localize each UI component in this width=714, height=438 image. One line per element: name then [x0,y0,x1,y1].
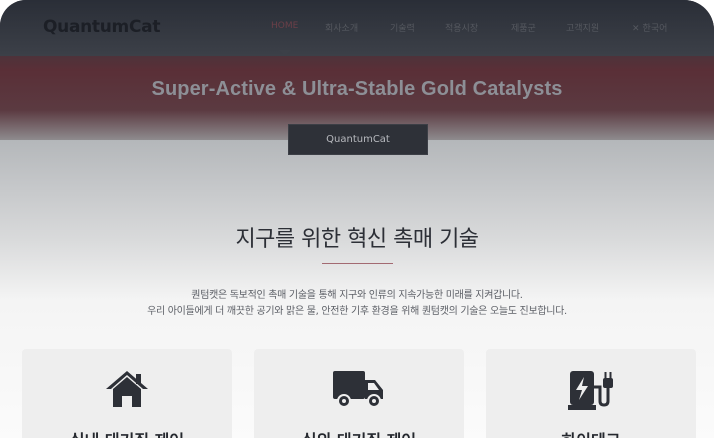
globe-icon: ✕ [632,24,640,34]
card-hightech[interactable]: 하이테크 [486,349,696,438]
house-icon [22,367,232,413]
nav-item-company[interactable]: 회사소개 [325,21,358,34]
nav-item-support[interactable]: 고객지원 [566,21,599,34]
nav-item-language[interactable]: ✕ 한국어 [632,21,667,34]
card-outdoor-air[interactable]: 실외 대기질 제어 [254,349,464,438]
hero-title: Super-Active & Ultra-Stable Gold Catalys… [151,78,563,100]
card-label: 하이테크 [486,427,696,438]
language-label: 한국어 [642,24,668,34]
active-indicator-caret [279,50,291,56]
page-frame: QuantumCat HOME 회사소개 기술력 적용시장 제품군 고객지원 ✕… [0,0,714,438]
nav-item-products[interactable]: 제품군 [511,21,536,34]
section-title: 지구를 위한 혁신 촉매 기술 [235,227,479,252]
nav-item-home[interactable]: HOME [271,21,298,31]
card-label: 실외 대기질 제어 [254,427,464,438]
intro-paragraph: 퀀텀캣은 독보적인 촉매 기술을 통해 지구와 인류의 지속가능한 미래를 지켜… [0,288,714,320]
card-indoor-air[interactable]: 실내 대기질 제어 [22,349,232,438]
intro-line: 우리 아이들에게 더 깨끗한 공기와 맑은 물, 안전한 기후 환경을 위해 퀀… [147,306,567,317]
top-navigation-bar: QuantumCat HOME 회사소개 기술력 적용시장 제품군 고객지원 ✕… [0,0,714,56]
truck-icon [254,367,464,413]
title-divider [322,263,393,264]
nav-item-markets[interactable]: 적용시장 [445,21,478,34]
nav-item-technology[interactable]: 기술력 [390,21,415,34]
hero-cta-button[interactable]: QuantumCat [288,124,428,155]
intro-line: 퀀텀캣은 독보적인 촉매 기술을 통해 지구와 인류의 지속가능한 미래를 지켜… [191,290,523,301]
card-label: 실내 대기질 제어 [22,427,232,438]
main-menu: HOME 회사소개 기술력 적용시장 제품군 고객지원 ✕ 한국어 [0,0,714,56]
ev-charger-icon [486,367,696,413]
